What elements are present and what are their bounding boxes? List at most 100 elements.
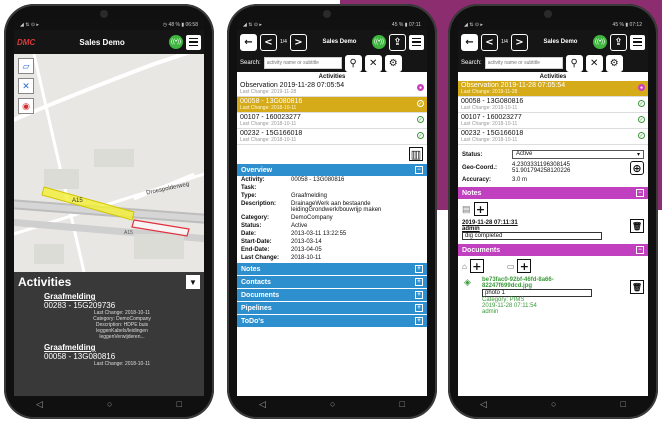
search-input[interactable] <box>263 57 342 69</box>
search-input[interactable] <box>484 57 563 69</box>
geo-value: 51.901794258120226 <box>512 168 571 174</box>
home-icon[interactable]: ○ <box>330 399 335 409</box>
activity-detail: leggenVerwijderen... <box>99 334 145 340</box>
list-item[interactable]: 00232 - 15G166018 Last Change: 2018-10-1… <box>458 129 648 145</box>
upload-icon[interactable]: ⇪ <box>389 33 406 51</box>
expand-icon[interactable]: + <box>415 291 423 299</box>
list-item[interactable]: Observation 2019-11-28 07:05:54 Last Cha… <box>458 81 648 97</box>
section-notes[interactable]: Notes + <box>237 263 427 275</box>
chevron-down-icon[interactable]: ▼ <box>186 275 200 289</box>
connection-icon[interactable]: ((•)) <box>372 35 386 49</box>
clear-icon[interactable]: ✕ <box>585 54 603 72</box>
list-item[interactable]: Graafmelding 00283 - 15G209736 Last Chan… <box>14 292 204 343</box>
expand-icon[interactable]: ✕ <box>18 78 34 94</box>
add-file-button[interactable]: + <box>517 259 532 273</box>
section-contacts[interactable]: Contacts + <box>237 276 427 288</box>
app-title: Sales Demo <box>543 39 578 45</box>
item-sub: Last Change: 2018-10-11 <box>461 137 518 143</box>
status-select[interactable]: Active ▾ <box>512 150 644 159</box>
menu-icon[interactable] <box>630 34 645 50</box>
collapse-icon[interactable]: − <box>636 246 644 254</box>
back-icon[interactable]: ◁ <box>259 399 266 410</box>
section-label: Documents <box>462 246 501 254</box>
field-value: Active <box>291 223 308 229</box>
section-todos[interactable]: ToDo's + <box>237 315 427 327</box>
expand-icon[interactable]: + <box>415 317 423 325</box>
map-toggle: ▥ <box>237 145 427 163</box>
prev-icon[interactable]: < <box>481 33 498 51</box>
map-icon[interactable]: ▥ <box>409 147 423 161</box>
list-item[interactable]: 00058 - 13G080816 Last Change: 2018-10-1… <box>458 97 648 113</box>
back-icon[interactable]: ◁ <box>480 399 487 410</box>
next-icon[interactable]: > <box>289 33 307 51</box>
note-text[interactable]: dig completed <box>462 232 602 240</box>
expand-icon[interactable]: + <box>415 265 423 273</box>
section-pipelines[interactable]: Pipelines + <box>237 302 427 314</box>
search-icon[interactable]: ⚲ <box>565 54 583 72</box>
home-icon[interactable]: ○ <box>551 399 556 409</box>
recents-icon[interactable]: □ <box>400 399 405 409</box>
field-row: End-Date: 2013-04-05 <box>237 246 427 254</box>
list-item[interactable]: Observation 2019-11-28 07:05:54 Last Cha… <box>237 81 427 97</box>
recents-icon[interactable]: □ <box>621 399 626 409</box>
android-nav: ◁ ○ □ <box>227 395 437 413</box>
field-label: Task: <box>241 185 257 191</box>
expand-icon[interactable]: + <box>415 304 423 312</box>
add-photo-button[interactable]: + <box>469 259 484 273</box>
menu-icon[interactable] <box>186 34 201 50</box>
back-arrow-icon[interactable]: ← <box>461 33 478 51</box>
field-label: Last Change: <box>241 255 280 261</box>
accuracy-label: Accuracy: <box>462 177 492 183</box>
expand-icon[interactable]: + <box>415 278 423 286</box>
field-row: Start-Date: 2013-03-14 <box>237 238 427 246</box>
connection-icon[interactable]: ((•)) <box>593 35 607 49</box>
section-label: Notes <box>462 189 482 197</box>
search-icon[interactable]: ⚲ <box>344 54 362 72</box>
crosshair-icon[interactable]: ⊕ <box>630 161 644 175</box>
upload-icon[interactable]: ⇪ <box>610 33 627 51</box>
list-heading: Activities <box>318 74 346 80</box>
screen: ◢ ⇅ ⊙ ▸ 45 % ▮ 07:12 ← < 1/4 > Sales Dem… <box>458 20 648 396</box>
item-title: 00107 - 160023277 <box>461 114 522 121</box>
list-item[interactable]: 00107 - 160023277 Last Change: 2018-10-1… <box>458 113 648 129</box>
delete-icon[interactable]: 🗑 <box>630 219 644 233</box>
field-value: 2013-04-05 <box>291 247 322 253</box>
list-item[interactable]: 00058 - 13G080816 Last Change: 2018-10-1… <box>237 97 427 113</box>
layers-icon[interactable]: ▱ <box>18 58 34 74</box>
status-value: Active <box>516 151 533 157</box>
activity-code: 00058 - 13G080816 <box>44 352 116 361</box>
activity-title[interactable]: Graafmelding <box>44 343 200 352</box>
field-row: Category: DemoCompany <box>237 214 427 222</box>
collapse-icon[interactable]: − <box>415 166 423 174</box>
location-icon[interactable]: ◉ <box>18 98 34 114</box>
section-documents[interactable]: Documents − <box>458 244 648 256</box>
collapse-icon[interactable]: − <box>636 189 644 197</box>
section-documents[interactable]: Documents + <box>237 289 427 301</box>
doc-name[interactable]: photo 1 <box>482 289 592 297</box>
home-icon[interactable]: ○ <box>107 399 112 409</box>
back-arrow-icon[interactable]: ← <box>240 33 257 51</box>
check-icon: ✓ <box>417 100 424 107</box>
clear-icon[interactable]: ✕ <box>364 54 382 72</box>
section-label: Contacts <box>241 278 271 286</box>
section-notes[interactable]: Notes − <box>458 187 648 199</box>
menu-icon[interactable] <box>409 34 424 50</box>
prev-icon[interactable]: < <box>260 33 277 51</box>
add-note-button[interactable]: + <box>473 202 488 216</box>
activity-title[interactable]: Graafmelding <box>44 292 200 301</box>
list-item[interactable]: 00232 - 15G166018 Last Change: 2018-10-1… <box>237 129 427 145</box>
filter-icon[interactable]: ⚙ <box>605 54 623 72</box>
connection-icon[interactable]: ((•)) <box>169 35 183 49</box>
recents-icon[interactable]: □ <box>177 399 182 409</box>
list-item[interactable]: 00107 - 160023277 Last Change: 2018-10-1… <box>237 113 427 129</box>
map-area[interactable]: ▱ ✕ ◉ A15 Droespolderweg A15 <box>14 54 204 272</box>
section-overview[interactable]: Overview − <box>237 164 427 176</box>
field-row: Date: 2013-03-11 13:22:55 <box>237 230 427 238</box>
filter-icon[interactable]: ⚙ <box>384 54 402 72</box>
next-icon[interactable]: > <box>510 33 528 51</box>
app-logo: DMC <box>17 37 36 47</box>
list-item[interactable]: Graafmelding 00058 - 13G080816 Last Chan… <box>14 343 204 370</box>
delete-icon[interactable]: 🗑 <box>630 280 644 294</box>
back-icon[interactable]: ◁ <box>36 399 43 410</box>
item-title: 00232 - 15G166018 <box>461 130 524 137</box>
